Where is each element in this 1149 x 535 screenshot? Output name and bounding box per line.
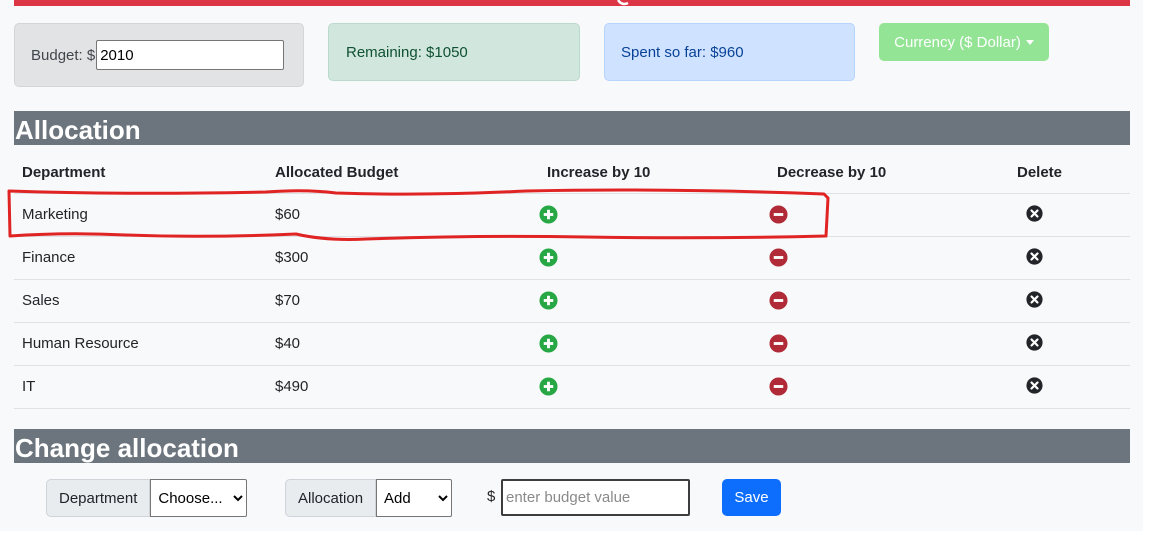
allocation-table: Department Allocated Budget Increase by … bbox=[14, 152, 1130, 409]
title-glyph-fragment bbox=[612, 0, 632, 6]
save-button[interactable]: Save bbox=[722, 479, 781, 516]
budget-app-page: Budget: $ Remaining: $1050 Spent so far:… bbox=[0, 0, 1143, 531]
decrease-cell bbox=[769, 365, 1009, 409]
plus-circle-icon[interactable] bbox=[539, 334, 558, 353]
delete-cell bbox=[1009, 193, 1130, 237]
column-header-decrease: Decrease by 10 bbox=[769, 152, 1009, 194]
x-circle-icon[interactable] bbox=[1026, 377, 1045, 396]
department-select-group: Department Choose... bbox=[46, 479, 248, 517]
minus-circle-icon[interactable] bbox=[769, 248, 788, 267]
allocation-select-label: Allocation bbox=[285, 479, 377, 517]
x-circle-icon[interactable] bbox=[1026, 291, 1045, 310]
remaining-card: Remaining: $1050 bbox=[328, 23, 580, 81]
department-cell: Finance bbox=[14, 236, 267, 280]
budget-cell: $60 bbox=[267, 193, 539, 237]
delete-cell bbox=[1009, 279, 1130, 323]
x-circle-icon[interactable] bbox=[1026, 334, 1045, 353]
plus-circle-icon[interactable] bbox=[539, 291, 558, 310]
budget-label: Budget: $ bbox=[31, 46, 96, 64]
budget-card: Budget: $ bbox=[14, 23, 304, 87]
plus-circle-icon[interactable] bbox=[539, 205, 558, 224]
department-cell: Sales bbox=[14, 279, 267, 323]
decrease-cell bbox=[769, 193, 1009, 237]
column-header-department: Department bbox=[14, 152, 267, 194]
plus-circle-icon[interactable] bbox=[539, 248, 558, 267]
department-cell: Marketing bbox=[14, 193, 267, 237]
allocation-type-select[interactable]: Add bbox=[376, 479, 453, 517]
minus-circle-icon[interactable] bbox=[769, 377, 788, 396]
budget-amount-input[interactable] bbox=[501, 479, 690, 516]
budget-cell: $70 bbox=[267, 279, 539, 323]
decrease-cell bbox=[769, 322, 1009, 366]
table-row: Finance $300 bbox=[14, 236, 1130, 280]
spent-card: Spent so far: $960 bbox=[604, 23, 855, 81]
column-header-allocated-budget: Allocated Budget bbox=[267, 152, 539, 194]
currency-dropdown-button[interactable]: Currency ($ Dollar) bbox=[879, 23, 1049, 61]
budget-cell: $300 bbox=[267, 236, 539, 280]
delete-cell bbox=[1009, 236, 1130, 280]
table-header-row: Department Allocated Budget Increase by … bbox=[14, 152, 1130, 194]
minus-circle-icon[interactable] bbox=[769, 334, 788, 353]
minus-circle-icon[interactable] bbox=[769, 291, 788, 310]
increase-cell bbox=[539, 193, 769, 237]
allocation-heading: Allocation bbox=[14, 111, 1130, 145]
change-allocation-heading: Change allocation bbox=[14, 429, 1130, 463]
decrease-cell bbox=[769, 236, 1009, 280]
delete-cell bbox=[1009, 322, 1130, 366]
department-select[interactable]: Choose... bbox=[150, 479, 248, 517]
budget-cell: $40 bbox=[267, 322, 539, 366]
currency-symbol: $ bbox=[487, 488, 496, 505]
table-row: Human Resource $40 bbox=[14, 322, 1130, 366]
app-title-bar bbox=[14, 0, 1130, 6]
table-row: IT $490 bbox=[14, 365, 1130, 409]
increase-cell bbox=[539, 279, 769, 323]
column-header-delete: Delete bbox=[1009, 152, 1130, 194]
increase-cell bbox=[539, 322, 769, 366]
budget-input[interactable] bbox=[96, 40, 285, 70]
increase-cell bbox=[539, 236, 769, 280]
budget-cell: $490 bbox=[267, 365, 539, 409]
currency-label: Currency ($ Dollar) bbox=[894, 33, 1021, 51]
increase-cell bbox=[539, 365, 769, 409]
column-header-increase: Increase by 10 bbox=[539, 152, 769, 194]
caret-down-icon bbox=[1025, 39, 1034, 45]
allocation-select-group: Allocation Add bbox=[285, 479, 453, 517]
remaining-text: Remaining: $1050 bbox=[346, 43, 468, 61]
decrease-cell bbox=[769, 279, 1009, 323]
department-select-label: Department bbox=[46, 479, 151, 517]
x-circle-icon[interactable] bbox=[1026, 248, 1045, 267]
plus-circle-icon[interactable] bbox=[539, 377, 558, 396]
table-row: Marketing $60 bbox=[14, 193, 1130, 237]
spent-text: Spent so far: $960 bbox=[621, 43, 744, 61]
delete-cell bbox=[1009, 365, 1130, 409]
table-row: Sales $70 bbox=[14, 279, 1130, 323]
x-circle-icon[interactable] bbox=[1026, 205, 1045, 224]
department-cell: IT bbox=[14, 365, 267, 409]
minus-circle-icon[interactable] bbox=[769, 205, 788, 224]
department-cell: Human Resource bbox=[14, 322, 267, 366]
